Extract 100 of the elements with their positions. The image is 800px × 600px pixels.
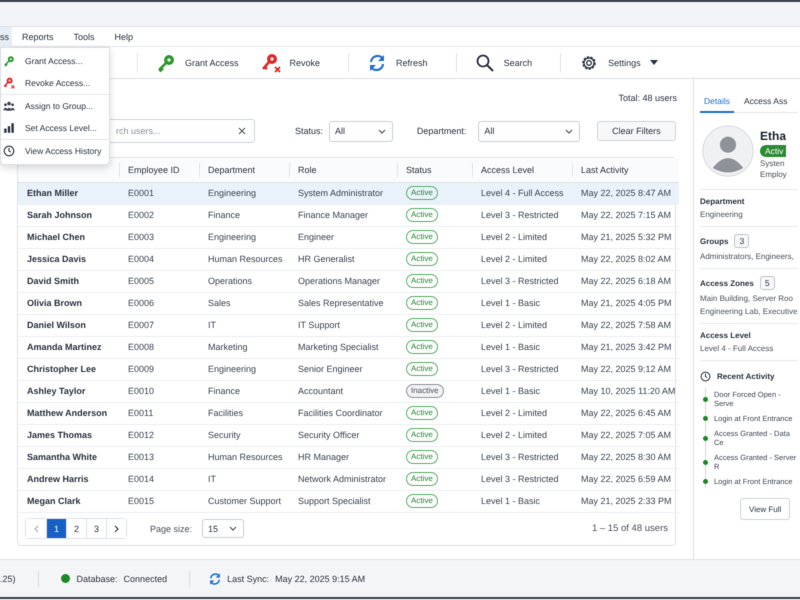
table-cell: Andrew Harris bbox=[18, 468, 119, 490]
table-cell: E0012 bbox=[119, 424, 199, 446]
table-cell: E0007 bbox=[119, 314, 199, 336]
table-cell: Level 3 - Restricted bbox=[472, 358, 572, 380]
table-cell: E0006 bbox=[119, 292, 199, 314]
status-badge: Active bbox=[406, 296, 438, 310]
table-cell: Level 3 - Restricted bbox=[472, 446, 572, 468]
status-badge: Active bbox=[406, 208, 438, 222]
status-badge: Active bbox=[406, 230, 438, 244]
table-cell: Matthew Anderson bbox=[18, 402, 119, 424]
table-cell: James Thomas bbox=[18, 424, 119, 446]
table-cell: May 22, 2025 8:02 AM bbox=[572, 248, 679, 270]
table-cell: HR Generalist bbox=[289, 248, 397, 270]
table-cell: May 21, 2025 5:32 PM bbox=[572, 226, 679, 248]
table-cell: Level 1 - Basic bbox=[472, 292, 572, 314]
table-cell: Level 2 - Limited bbox=[472, 314, 572, 336]
user-role: Systen bbox=[760, 159, 786, 168]
status-badge: Active bbox=[406, 274, 438, 288]
table-cell: May 21, 2025 4:05 PM bbox=[572, 292, 679, 314]
table-cell: David Smith bbox=[18, 270, 119, 292]
table-cell: Marketing Specialist bbox=[289, 336, 397, 358]
table-cell: May 22, 2025 6:18 AM bbox=[572, 270, 679, 292]
table-cell: Amanda Martinez bbox=[18, 336, 119, 358]
table-cell: IT bbox=[199, 468, 289, 490]
table-cell: Daniel Wilson bbox=[18, 314, 119, 336]
count-badge: 5 bbox=[760, 276, 775, 290]
section-value: Engineering Lab, Executive bbox=[700, 307, 798, 316]
section-label: Access Zones bbox=[700, 278, 754, 288]
table-cell: May 10, 2025 11:20 AM bbox=[572, 380, 679, 402]
status-badge: Active bbox=[406, 450, 438, 464]
table-cell: Level 1 - Basic bbox=[472, 336, 572, 358]
table-cell: E0008 bbox=[119, 336, 199, 358]
table-cell: Accountant bbox=[289, 380, 397, 402]
table-cell: IT Support bbox=[289, 314, 397, 336]
section-value: Main Building, Server Roo bbox=[700, 294, 794, 303]
page-summary: 1 – 15 of 48 users bbox=[592, 523, 668, 534]
table-cell: E0001 bbox=[119, 182, 199, 204]
table-cell: May 21, 2025 3:42 PM bbox=[572, 336, 679, 358]
table-cell: May 22, 2025 7:05 AM bbox=[572, 424, 679, 446]
section-label: Access Level bbox=[700, 331, 751, 340]
section-label: Department bbox=[700, 197, 744, 206]
status-badge: Active bbox=[406, 252, 438, 266]
table-cell: Sales Representative bbox=[289, 292, 397, 314]
filter-label: Status: bbox=[295, 126, 324, 136]
table-cell: Operations bbox=[199, 270, 289, 292]
section-value: Administrators, Engineers, bbox=[700, 252, 795, 261]
section-value: Engineering bbox=[700, 210, 744, 219]
table-cell: Operations Manager bbox=[289, 270, 397, 292]
section-label: Groups bbox=[700, 236, 728, 246]
table-cell: E0014 bbox=[119, 468, 199, 490]
status-label: Last Sync: bbox=[227, 574, 270, 584]
table-cell: Jessica Davis bbox=[18, 248, 119, 270]
table-cell: Finance bbox=[199, 380, 289, 402]
table-cell: Engineer bbox=[289, 226, 397, 248]
table-cell: Facilities Coordinator bbox=[289, 402, 397, 424]
status-value: May 22, 2025 9:15 AM bbox=[275, 574, 366, 584]
table-cell: Finance bbox=[199, 204, 289, 226]
user-detail: Employ bbox=[760, 170, 787, 179]
table-cell: Level 2 - Limited bbox=[472, 424, 572, 446]
table-cell: Ethan Miller bbox=[18, 182, 119, 204]
table-cell: E0002 bbox=[119, 204, 199, 226]
table-cell: System Administrator bbox=[289, 182, 397, 204]
page-size-label: Page size: bbox=[150, 524, 192, 534]
table-cell: E0005 bbox=[119, 270, 199, 292]
table-cell: Senior Engineer bbox=[289, 358, 397, 380]
table-cell: Sarah Johnson bbox=[18, 204, 119, 226]
table-cell: IT bbox=[199, 314, 289, 336]
table-cell: May 22, 2025 6:45 AM bbox=[572, 402, 679, 424]
table-cell: Security Officer bbox=[289, 424, 397, 446]
status-value: Connected bbox=[124, 574, 168, 584]
table-cell: Megan Clark bbox=[18, 490, 119, 512]
count-badge: 3 bbox=[734, 234, 750, 248]
table-cell: Michael Chen bbox=[18, 226, 119, 248]
table-cell: E0003 bbox=[119, 226, 199, 248]
table-cell: Level 4 - Full Access bbox=[472, 182, 572, 204]
table-cell: E0004 bbox=[119, 248, 199, 270]
table-cell: Level 1 - Basic bbox=[472, 380, 572, 402]
table-cell: Finance Manager bbox=[289, 204, 397, 226]
table-cell: Olivia Brown bbox=[18, 292, 119, 314]
table-cell: Facilities bbox=[199, 402, 289, 424]
table-cell: Engineering bbox=[199, 182, 289, 204]
total-count: Total: 48 users bbox=[618, 93, 677, 105]
table-cell: Network Administrator bbox=[289, 468, 397, 490]
user-name: Etha bbox=[760, 129, 787, 143]
table-cell: May 21, 2025 2:33 PM bbox=[572, 490, 679, 512]
table-cell: Christopher Lee bbox=[18, 358, 119, 380]
table-cell: HR Manager bbox=[289, 446, 397, 468]
table-cell: Customer Support bbox=[199, 490, 289, 512]
table-cell: May 22, 2025 6:59 AM bbox=[572, 468, 679, 490]
table-cell: Support Specialist bbox=[289, 490, 397, 512]
status-badge: Active bbox=[406, 472, 438, 486]
table-cell: Samantha White bbox=[18, 446, 119, 468]
table-cell: May 22, 2025 8:47 AM bbox=[572, 182, 679, 204]
table-cell: Human Resources bbox=[199, 248, 289, 270]
table-cell: Level 3 - Restricted bbox=[472, 204, 572, 226]
table-cell: Human Resources bbox=[199, 446, 289, 468]
status-badge: Active bbox=[406, 318, 438, 332]
filter-label: Department: bbox=[416, 126, 466, 136]
status-badge: Active bbox=[406, 362, 438, 376]
table-cell: Sales bbox=[199, 292, 289, 314]
